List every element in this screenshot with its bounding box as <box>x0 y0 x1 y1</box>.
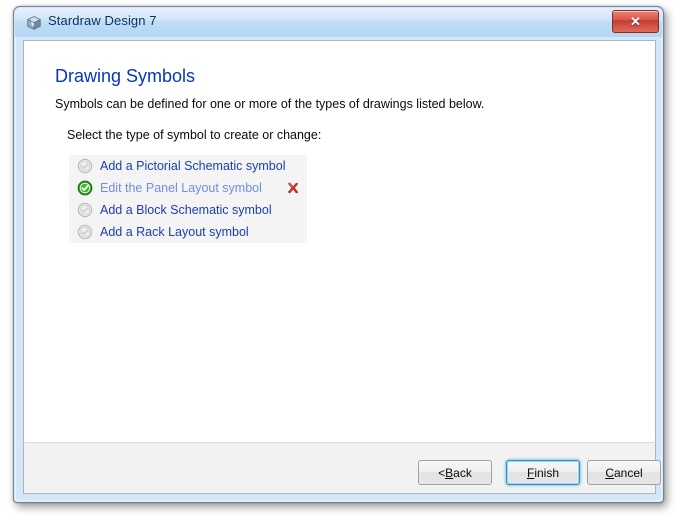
check-circle-gray-icon <box>77 224 93 240</box>
finish-button[interactable]: Finish <box>506 460 580 485</box>
list-item[interactable]: Edit the Panel Layout symbol <box>69 177 307 199</box>
close-button[interactable]: ✕ <box>612 10 659 33</box>
cancel-button-rest: ancel <box>613 465 643 480</box>
cancel-button[interactable]: Cancel <box>587 460 661 485</box>
list-item-label: Add a Block Schematic symbol <box>100 203 272 217</box>
back-button-prefix: < <box>438 465 446 480</box>
list-prompt-label: Select the type of symbol to create or c… <box>67 128 322 142</box>
back-button[interactable]: < Back <box>418 460 492 485</box>
window-title: Stardraw Design 7 <box>48 13 157 28</box>
list-item-label: Add a Pictorial Schematic symbol <box>100 159 286 173</box>
list-item[interactable]: Add a Block Schematic symbol <box>69 199 307 221</box>
cube-icon <box>26 15 42 31</box>
dialog-window: Stardraw Design 7 ✕ Drawing Symbols Symb… <box>13 6 664 503</box>
finish-button-rest: inish <box>534 465 560 480</box>
list-item[interactable]: Add a Pictorial Schematic symbol <box>69 155 307 177</box>
footer-panel: < Back Finish Cancel <box>23 442 661 494</box>
list-item[interactable]: Add a Rack Layout symbol <box>69 221 307 243</box>
cancel-button-accel: C <box>605 465 614 480</box>
title-bar[interactable]: Stardraw Design 7 ✕ <box>15 8 662 37</box>
close-icon: ✕ <box>630 14 641 29</box>
delete-icon[interactable] <box>285 180 301 196</box>
back-button-rest: ack <box>453 465 472 480</box>
content-panel: Drawing Symbols Symbols can be defined f… <box>23 40 656 442</box>
check-circle-gray-icon <box>77 158 93 174</box>
finish-button-accel: F <box>526 465 535 480</box>
page-subtitle: Symbols can be defined for one or more o… <box>55 97 485 111</box>
back-button-accel: B <box>445 465 454 480</box>
list-item-label: Add a Rack Layout symbol <box>100 225 249 239</box>
check-circle-green-icon <box>77 180 93 196</box>
symbol-type-list: Add a Pictorial Schematic symbol Edit th… <box>69 155 307 243</box>
page-title: Drawing Symbols <box>55 66 196 86</box>
list-item-label: Edit the Panel Layout symbol <box>100 181 262 195</box>
check-circle-gray-icon <box>77 202 93 218</box>
